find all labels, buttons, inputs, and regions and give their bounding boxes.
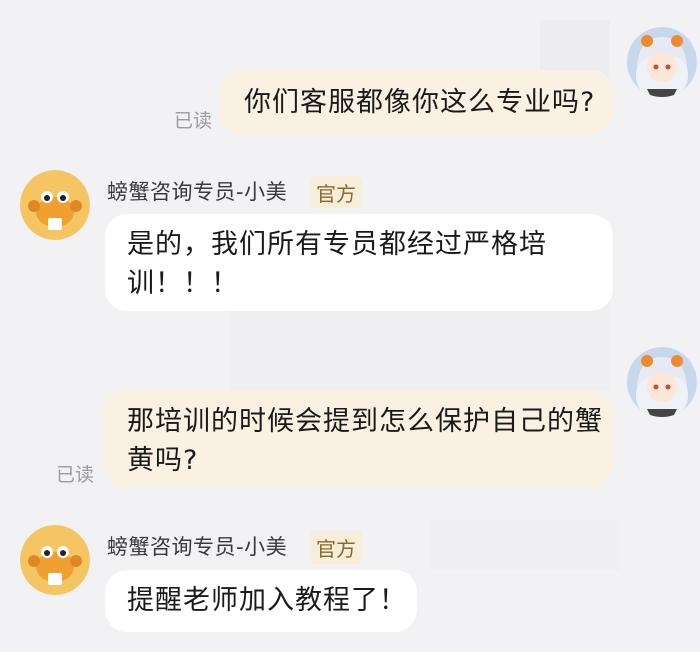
message-text-line: 训！！！	[127, 268, 239, 299]
anime-boy-avatar-icon	[627, 347, 697, 417]
user-avatar[interactable]	[627, 27, 697, 97]
agent-avatar[interactable]	[20, 170, 90, 240]
official-badge: 官方	[310, 176, 362, 209]
user-message-bubble[interactable]: 那培训的时候会提到怎么保护自己的蟹 黄吗?	[103, 390, 613, 487]
agent-avatar[interactable]	[20, 525, 90, 595]
sender-name: 螃蟹咨询专员-小美	[107, 180, 288, 204]
anime-boy-avatar-icon	[627, 27, 697, 97]
agent-message-bubble[interactable]: 是的，我们所有专员都经过严格培 训！！！	[105, 214, 613, 311]
message-text: 提醒老师加入教程了！	[127, 585, 407, 616]
background-shape	[230, 300, 610, 390]
message-text-line: 是的，我们所有专员都经过严格培	[127, 229, 547, 260]
message-text-line: 黄吗?	[127, 445, 199, 476]
read-status: 已读	[56, 464, 95, 486]
crab-mascot-avatar-icon	[20, 170, 90, 240]
background-shape	[430, 520, 620, 570]
crab-mascot-avatar-icon	[20, 525, 90, 595]
user-avatar[interactable]	[627, 347, 697, 417]
sender-name: 螃蟹咨询专员-小美	[107, 535, 288, 559]
message-text: 你们客服都像你这么专业吗?	[244, 87, 596, 118]
message-text-line: 那培训的时候会提到怎么保护自己的蟹	[127, 406, 603, 437]
agent-message-bubble[interactable]: 提醒老师加入教程了！	[105, 570, 417, 632]
user-message-bubble[interactable]: 你们客服都像你这么专业吗?	[220, 70, 613, 134]
read-status: 已读	[174, 110, 213, 132]
official-badge: 官方	[310, 531, 362, 564]
